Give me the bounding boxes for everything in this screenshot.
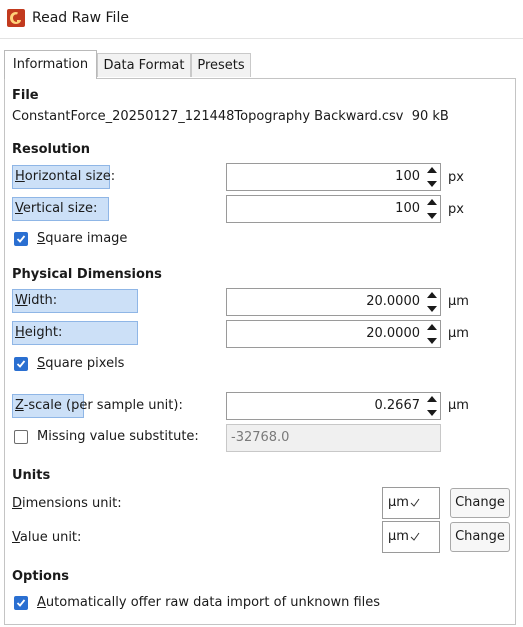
window-title: Read Raw File bbox=[32, 10, 129, 26]
tab-information[interactable]: Information bbox=[4, 50, 97, 79]
width-unit: µm bbox=[448, 294, 469, 309]
spin-up-icon[interactable] bbox=[427, 199, 437, 205]
missing-value-checkbox[interactable] bbox=[14, 430, 28, 444]
height-unit: µm bbox=[448, 326, 469, 341]
auto-offer-checkbox[interactable] bbox=[14, 596, 28, 610]
spinner-arrows[interactable] bbox=[426, 198, 438, 220]
spinner-arrows[interactable] bbox=[426, 166, 438, 188]
square-pixels-label[interactable]: Square pixels bbox=[37, 356, 124, 371]
horizontal-size-unit: px bbox=[448, 170, 464, 185]
value-unit-label: Value unit: bbox=[12, 530, 82, 545]
dimensions-unit-value[interactable]: µm bbox=[388, 495, 409, 510]
spinner-arrows[interactable] bbox=[426, 291, 438, 313]
file-heading: File bbox=[12, 88, 39, 103]
spin-up-icon[interactable] bbox=[427, 324, 437, 330]
vertical-size-value[interactable]: 100 bbox=[395, 196, 420, 222]
options-heading: Options bbox=[12, 569, 69, 584]
value-change-button[interactable]: Change bbox=[450, 522, 510, 552]
dropdown-check-icon bbox=[410, 498, 420, 507]
zscale-spinner[interactable]: 0.2667 bbox=[226, 392, 441, 420]
dimensions-change-button[interactable]: Change bbox=[450, 488, 510, 518]
file-name: ConstantForce_20250127_121448Topography … bbox=[12, 109, 404, 124]
spin-up-icon[interactable] bbox=[427, 396, 437, 402]
spinner-arrows[interactable] bbox=[426, 395, 438, 417]
spinner-arrows[interactable] bbox=[426, 323, 438, 345]
spin-up-icon[interactable] bbox=[427, 167, 437, 173]
file-info: ConstantForce_20250127_121448Topography … bbox=[12, 109, 449, 124]
check-icon bbox=[16, 235, 26, 243]
horizontal-size-value[interactable]: 100 bbox=[395, 164, 420, 190]
dimensions-unit-field[interactable]: µm bbox=[382, 487, 440, 519]
width-label: Width: bbox=[12, 289, 138, 313]
horizontal-size-spinner[interactable]: 100 bbox=[226, 163, 441, 191]
dropdown-check-icon bbox=[410, 532, 420, 541]
square-image-label[interactable]: Square image bbox=[37, 231, 127, 246]
dimensions-unit-label: Dimensions unit: bbox=[12, 496, 122, 511]
height-spinner[interactable]: 20.0000 bbox=[226, 320, 441, 348]
physical-dimensions-heading: Physical Dimensions bbox=[12, 267, 162, 282]
zscale-unit: µm bbox=[448, 398, 469, 413]
spin-down-icon[interactable] bbox=[427, 213, 437, 219]
spin-down-icon[interactable] bbox=[427, 306, 437, 312]
zscale-label: Z-scale (per sample unit): bbox=[15, 398, 183, 413]
missing-value-label[interactable]: Missing value substitute: bbox=[37, 429, 199, 444]
dialog-body: Information Data Format Presets File Con… bbox=[0, 38, 523, 627]
square-image-checkbox[interactable] bbox=[14, 232, 28, 246]
spin-down-icon[interactable] bbox=[427, 410, 437, 416]
tab-presets[interactable]: Presets bbox=[191, 53, 251, 77]
vertical-size-unit: px bbox=[448, 202, 464, 217]
square-pixels-checkbox[interactable] bbox=[14, 357, 28, 371]
auto-offer-label[interactable]: Automatically offer raw data import of u… bbox=[37, 595, 380, 610]
units-heading: Units bbox=[12, 468, 51, 483]
tab-data-format[interactable]: Data Format bbox=[97, 53, 191, 77]
value-unit-field[interactable]: µm bbox=[382, 521, 440, 553]
check-icon bbox=[16, 360, 26, 368]
resolution-heading: Resolution bbox=[12, 142, 91, 157]
height-value[interactable]: 20.0000 bbox=[366, 321, 420, 347]
vertical-size-spinner[interactable]: 100 bbox=[226, 195, 441, 223]
spin-up-icon[interactable] bbox=[427, 292, 437, 298]
title-bar: Read Raw File bbox=[0, 0, 523, 38]
file-size: 90 kB bbox=[411, 109, 449, 124]
value-unit-value[interactable]: µm bbox=[388, 529, 409, 544]
width-spinner[interactable]: 20.0000 bbox=[226, 288, 441, 316]
zscale-value[interactable]: 0.2667 bbox=[375, 393, 421, 419]
app-icon bbox=[7, 9, 25, 27]
width-value[interactable]: 20.0000 bbox=[366, 289, 420, 315]
spin-down-icon[interactable] bbox=[427, 181, 437, 187]
missing-value-input: -32768.0 bbox=[226, 424, 441, 452]
height-label: Height: bbox=[12, 321, 138, 345]
check-icon bbox=[16, 599, 26, 607]
spin-down-icon[interactable] bbox=[427, 338, 437, 344]
vertical-size-label: Vertical size: bbox=[12, 197, 109, 221]
horizontal-size-label: Horizontal size: bbox=[12, 165, 115, 189]
